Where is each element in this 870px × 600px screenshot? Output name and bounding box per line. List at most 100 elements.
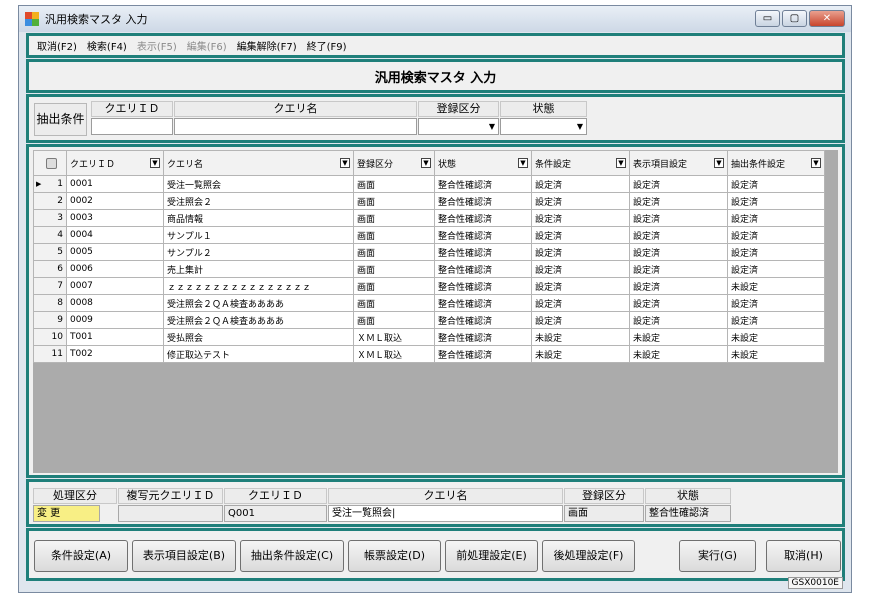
grid-cell[interactable]: 0008 [66, 294, 164, 312]
row-header[interactable]: 7 [33, 277, 67, 295]
grid-column-header[interactable]: 登録区分 ▼ [353, 150, 435, 176]
grid-cell[interactable]: 設定済 [629, 192, 728, 210]
grid-column-header[interactable]: 状態 ▼ [434, 150, 532, 176]
table-row[interactable]: 8 0008 受注照会２ＱＡ検査ああああ 画面 整合性確認済 設定済 設定済 設定済 [33, 294, 825, 312]
postprocess-settings-button[interactable]: 後処理設定(F) [542, 540, 635, 572]
grid-cell[interactable]: 設定済 [531, 192, 630, 210]
grid-cell[interactable]: 整合性確認済 [434, 192, 532, 210]
grid-cell[interactable]: 画面 [353, 192, 435, 210]
grid-cell[interactable]: 画面 [353, 243, 435, 261]
grid-cell[interactable]: 受払照会 [163, 328, 354, 346]
filter-dropdown-icon[interactable]: ▼ [616, 158, 626, 168]
filter-dropdown-icon[interactable]: ▼ [714, 158, 724, 168]
grid-cell[interactable]: 0002 [66, 192, 164, 210]
grid-cell[interactable]: 画面 [353, 260, 435, 278]
grid-cell[interactable]: サンプル１ [163, 226, 354, 244]
grid-cell[interactable]: 整合性確認済 [434, 243, 532, 261]
table-row[interactable]: 3 0003 商品情報 画面 整合性確認済 設定済 設定済 設定済 [33, 209, 825, 227]
grid-cell[interactable]: 設定済 [531, 226, 630, 244]
grid-cell[interactable]: 整合性確認済 [434, 345, 532, 363]
grid-cell[interactable]: 売上集計 [163, 260, 354, 278]
grid-cell[interactable]: 設定済 [629, 243, 728, 261]
grid-cell[interactable]: 未設定 [727, 345, 825, 363]
menu-search[interactable]: 検索(F4) [87, 38, 127, 53]
grid-cell[interactable]: 設定済 [531, 243, 630, 261]
grid-cell[interactable]: 0009 [66, 311, 164, 329]
grid-column-header[interactable]: 抽出条件設定 ▼ [727, 150, 825, 176]
menu-edit[interactable]: 編集(F6) [187, 38, 227, 53]
form-settings-button[interactable]: 帳票設定(D) [348, 540, 441, 572]
grid-cell[interactable]: 画面 [353, 311, 435, 329]
grid-cell[interactable]: 0003 [66, 209, 164, 227]
grid-cell[interactable]: 整合性確認済 [434, 209, 532, 227]
filter-registration-select[interactable]: ▼ [418, 118, 499, 135]
row-header[interactable]: 11 [33, 345, 67, 363]
grid-cell[interactable]: 受注照会２ [163, 192, 354, 210]
grid-cell[interactable]: 整合性確認済 [434, 311, 532, 329]
grid-cell[interactable]: 未設定 [629, 328, 728, 346]
grid-column-header[interactable]: 条件設定 ▼ [531, 150, 630, 176]
filter-dropdown-icon[interactable]: ▼ [150, 158, 160, 168]
grid-cell[interactable]: 設定済 [727, 260, 825, 278]
table-row[interactable]: 11 T002 修正取込テスト ＸＭＬ取込 整合性確認済 未設定 未設定 未設定 [33, 345, 825, 363]
grid-cell[interactable]: 受注一覧照会 [163, 175, 354, 193]
row-header[interactable]: 5 [33, 243, 67, 261]
grid-cell[interactable]: 整合性確認済 [434, 328, 532, 346]
table-row[interactable]: 7 0007 ｚｚｚｚｚｚｚｚｚｚｚｚｚｚｚｚ 画面 整合性確認済 設定済 設定済 未設定 [33, 277, 825, 295]
grid-cell[interactable]: 設定済 [531, 260, 630, 278]
table-row[interactable]: 9 0009 受注照会２ＱＡ検査ああああ 画面 整合性確認済 設定済 設定済 設定済 [33, 311, 825, 329]
maximize-icon[interactable]: ▢ [782, 10, 807, 27]
grid-cell[interactable]: 0007 [66, 277, 164, 295]
grid-cell[interactable]: 0006 [66, 260, 164, 278]
grid-cell[interactable]: 画面 [353, 209, 435, 227]
filter-dropdown-icon[interactable]: ▼ [340, 158, 350, 168]
menu-display[interactable]: 表示(F5) [137, 38, 177, 53]
grid-cell[interactable]: 未設定 [727, 277, 825, 295]
grid-cell[interactable]: 設定済 [727, 192, 825, 210]
filter-dropdown-icon[interactable]: ▼ [518, 158, 528, 168]
grid-cell[interactable]: 設定済 [727, 294, 825, 312]
filter-dropdown-icon[interactable]: ▼ [811, 158, 821, 168]
grid-cell[interactable]: 画面 [353, 277, 435, 295]
table-row[interactable]: 6 0006 売上集計 画面 整合性確認済 設定済 設定済 設定済 [33, 260, 825, 278]
row-header[interactable]: 2 [33, 192, 67, 210]
grid-cell[interactable]: 設定済 [629, 175, 728, 193]
minimize-icon[interactable]: ▭ [755, 10, 780, 27]
grid-cell[interactable]: T002 [66, 345, 164, 363]
grid-column-header[interactable]: クエリ名 ▼ [163, 150, 354, 176]
grid-corner[interactable] [33, 150, 67, 176]
preprocess-settings-button[interactable]: 前処理設定(E) [445, 540, 538, 572]
grid-cell[interactable]: 設定済 [629, 294, 728, 312]
grid-cell[interactable]: 修正取込テスト [163, 345, 354, 363]
row-header[interactable]: 4 [33, 226, 67, 244]
grid-cell[interactable]: 受注照会２ＱＡ検査ああああ [163, 311, 354, 329]
grid-cell[interactable]: 設定済 [727, 243, 825, 261]
menu-cancel[interactable]: 取消(F2) [37, 38, 77, 53]
grid-cell[interactable]: 設定済 [531, 311, 630, 329]
grid-cell[interactable]: 設定済 [531, 277, 630, 295]
execute-button[interactable]: 実行(G) [679, 540, 756, 572]
filter-query-id-input[interactable] [91, 118, 173, 135]
grid-cell[interactable]: 設定済 [727, 175, 825, 193]
display-item-settings-button[interactable]: 表示項目設定(B) [132, 540, 236, 572]
grid-cell[interactable]: ＸＭＬ取込 [353, 345, 435, 363]
grid-cell[interactable]: 0001 [66, 175, 164, 193]
row-header[interactable]: 6 [33, 260, 67, 278]
grid-cell[interactable]: 画面 [353, 175, 435, 193]
grid-cell[interactable]: 設定済 [727, 311, 825, 329]
grid-cell[interactable]: 設定済 [727, 209, 825, 227]
grid-cell[interactable]: 商品情報 [163, 209, 354, 227]
select-all-checkbox[interactable] [46, 157, 57, 169]
grid-cell[interactable]: 設定済 [727, 226, 825, 244]
grid-cell[interactable]: 整合性確認済 [434, 175, 532, 193]
grid-cell[interactable]: 0004 [66, 226, 164, 244]
grid-column-header[interactable]: 表示項目設定 ▼ [629, 150, 728, 176]
grid-cell[interactable]: 未設定 [727, 328, 825, 346]
filter-query-name-input[interactable] [174, 118, 417, 135]
table-row[interactable]: 4 0004 サンプル１ 画面 整合性確認済 設定済 設定済 設定済 [33, 226, 825, 244]
filter-dropdown-icon[interactable]: ▼ [421, 158, 431, 168]
grid-cell[interactable]: 受注照会２ＱＡ検査ああああ [163, 294, 354, 312]
grid-cell[interactable]: T001 [66, 328, 164, 346]
grid-cell[interactable]: 設定済 [629, 260, 728, 278]
processing-type-select[interactable]: 変 更 ▼ [33, 505, 100, 522]
